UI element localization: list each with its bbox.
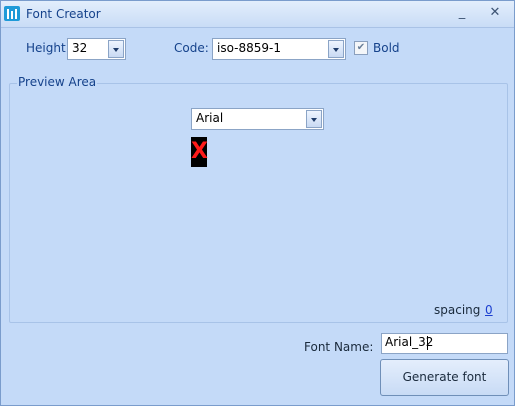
window-title: Font Creator bbox=[26, 7, 101, 21]
font-creator-window: Font Creator _ ✕ Height: 32 Code: iso-88… bbox=[0, 0, 515, 406]
bold-label[interactable]: Bold bbox=[373, 41, 400, 55]
title-bar: Font Creator _ ✕ bbox=[1, 1, 514, 28]
font-name-input[interactable]: Arial_32 bbox=[381, 333, 508, 354]
minimize-button[interactable]: _ bbox=[451, 3, 473, 23]
chevron-down-icon[interactable] bbox=[328, 40, 344, 58]
spacing-label: spacing bbox=[434, 303, 481, 317]
bold-checkbox[interactable]: ✔ bbox=[354, 41, 368, 55]
app-icon bbox=[4, 6, 20, 21]
text-caret bbox=[427, 336, 428, 350]
code-value: iso-8859-1 bbox=[217, 41, 281, 55]
font-name-label: Font Name: bbox=[304, 340, 374, 354]
close-button[interactable]: ✕ bbox=[484, 3, 506, 23]
height-value: 32 bbox=[72, 41, 88, 55]
height-select[interactable]: 32 bbox=[67, 38, 126, 60]
height-label: Height: bbox=[26, 41, 70, 55]
chevron-down-icon[interactable] bbox=[306, 110, 322, 128]
preview-area-label: Preview Area bbox=[17, 75, 98, 89]
font-family-value: Arial bbox=[196, 111, 224, 125]
code-select[interactable]: iso-8859-1 bbox=[212, 38, 346, 60]
font-preview-glyph: X bbox=[191, 137, 208, 167]
font-family-select[interactable]: Arial bbox=[191, 108, 324, 130]
code-label: Code: bbox=[174, 41, 209, 55]
generate-font-button[interactable]: Generate font bbox=[380, 359, 509, 396]
chevron-down-icon[interactable] bbox=[108, 40, 124, 58]
spacing-value-link[interactable]: 0 bbox=[485, 303, 493, 317]
